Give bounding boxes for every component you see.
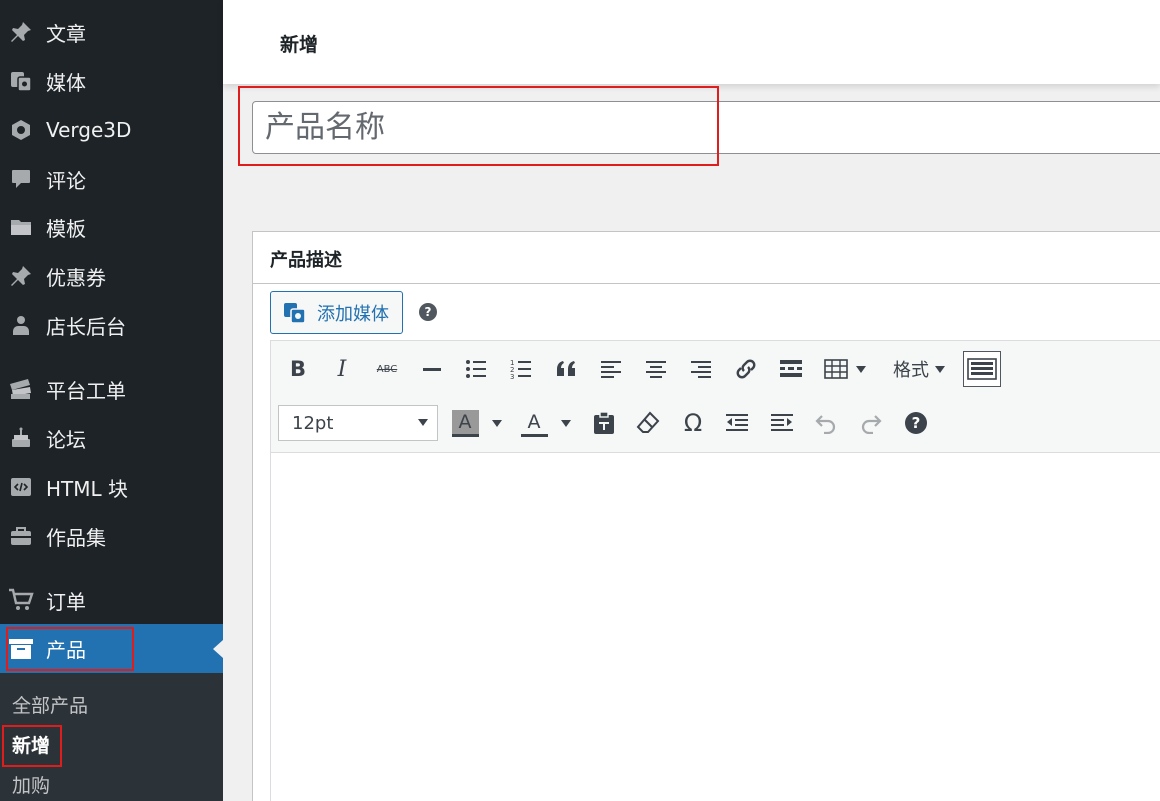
page-title: 新增 xyxy=(280,34,319,56)
redo-icon[interactable] xyxy=(856,406,886,440)
clear-formatting-icon[interactable] xyxy=(633,406,663,440)
align-center-button[interactable] xyxy=(641,352,671,386)
sidebar-item-store-manager[interactable]: 店长后台 xyxy=(0,305,223,345)
paste-as-text-icon[interactable] xyxy=(589,406,619,440)
cake-icon xyxy=(8,425,34,451)
sidebar-item-products[interactable]: 产品 xyxy=(0,624,223,673)
sidebar-item-orders[interactable]: 订单 xyxy=(0,580,223,620)
font-size-value: 12pt xyxy=(292,412,334,434)
sidebar-item-label: HTML 块 xyxy=(46,476,129,501)
text-color-button[interactable]: A xyxy=(518,406,573,440)
link-icon[interactable] xyxy=(731,352,761,386)
archive-icon xyxy=(8,636,34,662)
keyboard-toggle-button[interactable] xyxy=(963,351,1001,387)
sidebar-item-html-blocks[interactable]: HTML 块 xyxy=(0,467,223,507)
editor-content-area[interactable] xyxy=(271,453,1160,801)
folder-icon xyxy=(8,214,34,240)
description-header: 产品描述 xyxy=(253,232,1160,284)
chevron-down-icon xyxy=(856,365,866,373)
description-title: 产品描述 xyxy=(270,250,342,271)
add-media-button[interactable]: 添加媒体 xyxy=(270,291,403,334)
chevron-down-icon xyxy=(935,365,945,373)
sidebar-item-label: 订单 xyxy=(46,589,86,614)
align-right-button[interactable] xyxy=(686,352,716,386)
user-icon xyxy=(8,312,34,338)
svg-text:3: 3 xyxy=(510,373,514,380)
add-media-label: 添加媒体 xyxy=(317,303,389,325)
sidebar-item-tickets[interactable]: 平台工单 xyxy=(0,369,223,409)
table-button[interactable] xyxy=(821,352,869,386)
sidebar-item-comments[interactable]: 评论 xyxy=(0,159,223,199)
verge3d-icon xyxy=(8,117,34,143)
sidebar-item-portfolio[interactable]: 作品集 xyxy=(0,516,223,556)
blockquote-button[interactable] xyxy=(551,352,581,386)
help-icon[interactable]: ? xyxy=(901,406,931,440)
sidebar-item-posts[interactable]: 文章 xyxy=(0,12,223,52)
page-header: 新增 xyxy=(223,0,1160,84)
cart-icon xyxy=(8,587,34,613)
description-panel: 产品描述 添加媒体 ? B I ABC 123 格式 12pt A A Ω ? xyxy=(252,231,1160,801)
sidebar-item-label: 产品 xyxy=(46,638,86,662)
strikethrough-button[interactable]: ABC xyxy=(371,352,403,386)
format-dropdown[interactable]: 格式 xyxy=(888,352,950,386)
sidebar-item-label: 评论 xyxy=(46,168,86,193)
sidebar-item-coupons[interactable]: 优惠券 xyxy=(0,256,223,296)
undo-icon[interactable] xyxy=(811,406,841,440)
read-more-button[interactable] xyxy=(776,352,806,386)
chevron-down-icon xyxy=(491,419,502,427)
sidebar-item-media[interactable]: 媒体 xyxy=(0,61,223,101)
sidebar-item-label: 论坛 xyxy=(46,427,86,452)
media-icon xyxy=(8,68,34,94)
submenu-all-products[interactable]: 全部产品 xyxy=(12,691,88,718)
highlight-icon: A xyxy=(451,409,479,437)
bullet-list-button[interactable] xyxy=(461,352,491,386)
horizontal-line-button[interactable] xyxy=(417,352,447,386)
sidebar-item-verge3d[interactable]: Verge3D xyxy=(0,110,223,150)
active-indicator xyxy=(213,639,223,658)
media-icon xyxy=(283,301,307,325)
editor-toolbar: B I ABC 123 格式 12pt A A Ω ? xyxy=(271,341,1160,453)
sidebar-item-label: 优惠券 xyxy=(46,265,106,290)
pin-icon xyxy=(8,263,34,289)
numbered-list-button[interactable]: 123 xyxy=(506,352,536,386)
help-icon[interactable]: ? xyxy=(419,303,437,321)
indent-icon[interactable] xyxy=(767,406,797,440)
submenu-add-ons[interactable]: 加购 xyxy=(12,771,50,798)
format-label: 格式 xyxy=(893,360,929,381)
sidebar-item-label: 店长后台 xyxy=(46,314,126,339)
submenu-add-new[interactable]: 新增 xyxy=(12,731,50,758)
sidebar-item-label: Verge3D xyxy=(46,118,132,142)
sidebar-item-label: 模板 xyxy=(46,216,86,241)
align-left-button[interactable] xyxy=(596,352,626,386)
chevron-down-icon xyxy=(560,419,571,427)
italic-button[interactable]: I xyxy=(327,352,357,386)
background-color-button[interactable]: A xyxy=(449,406,504,440)
special-character-icon[interactable]: Ω xyxy=(678,406,708,440)
sidebar-item-forums[interactable]: 论坛 xyxy=(0,418,223,458)
outdent-icon[interactable] xyxy=(722,406,752,440)
sidebar-item-label: 媒体 xyxy=(46,70,86,95)
bold-button[interactable]: B xyxy=(283,352,313,386)
chevron-down-icon xyxy=(418,419,428,426)
sidebar-item-label: 平台工单 xyxy=(46,378,126,403)
tickets-icon xyxy=(8,376,34,402)
portfolio-icon xyxy=(8,523,34,549)
rich-text-editor: B I ABC 123 格式 12pt A A Ω ? xyxy=(270,340,1160,801)
products-submenu: 全部产品 新增 加购 xyxy=(0,673,223,801)
admin-sidebar: 文章 媒体 Verge3D 评论 模板 优惠券 店长后台 平台工单 论坛 HTM… xyxy=(0,0,223,801)
sidebar-item-label: 作品集 xyxy=(46,525,106,550)
pin-icon xyxy=(8,19,34,45)
sidebar-item-templates[interactable]: 模板 xyxy=(0,207,223,247)
sidebar-item-label: 文章 xyxy=(46,21,86,46)
font-size-select[interactable]: 12pt xyxy=(278,405,438,441)
comment-icon xyxy=(8,166,34,192)
product-name-input[interactable] xyxy=(252,101,1160,154)
code-icon xyxy=(8,474,34,500)
text-color-icon: A xyxy=(520,410,548,437)
